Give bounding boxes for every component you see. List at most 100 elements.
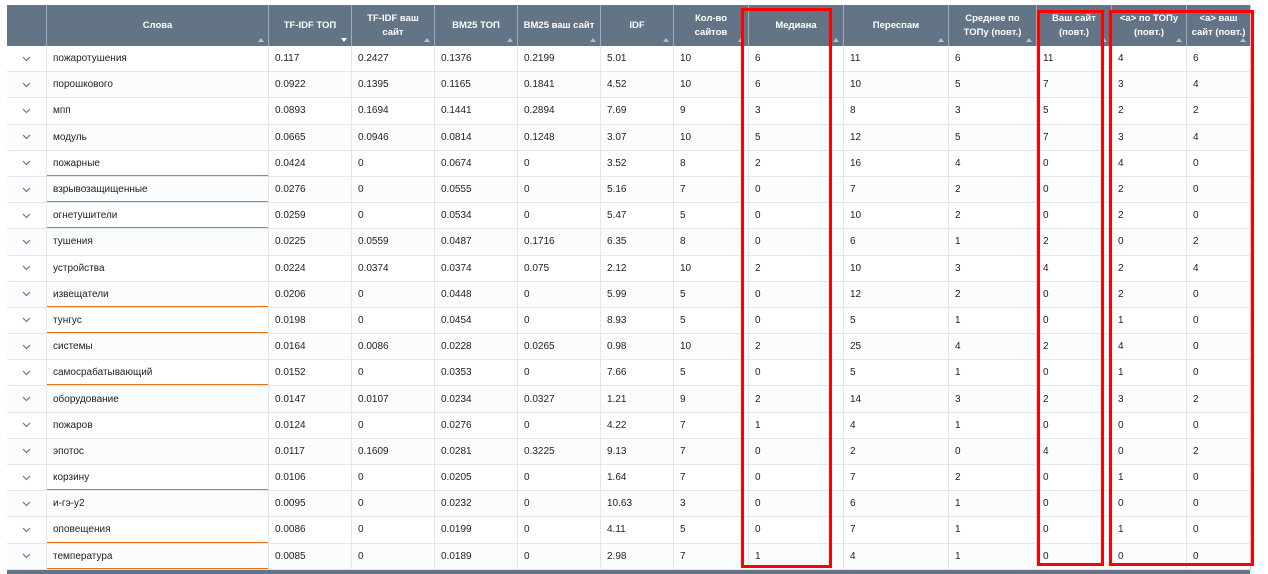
column-header-a-site[interactable]: <a> ваш сайт (повт.): [1187, 5, 1250, 46]
table-row[interactable]: пожаров 0.0124 0 0.0276 0 4.22 7 1 4 1 0 0 0: [7, 412, 1250, 439]
table-row[interactable]: взрывозащищенные 0.0276 0 0.0555 0 5.16 7 0 7 2 0 2…: [7, 176, 1250, 204]
sort-icon[interactable]: [738, 38, 744, 42]
chevron-down-icon[interactable]: [7, 465, 47, 491]
table-row[interactable]: модуль 0.0665 0.0946 0.0814 0.1248 3.07 10 5 12 5…: [7, 124, 1250, 151]
table-row[interactable]: мпп 0.0893 0.1694 0.1441 0.2894 7.69 9 3 8 3 5 2 2: [7, 98, 1250, 125]
cell-tfidf-top: 0.0665: [269, 124, 352, 150]
column-header-idf[interactable]: IDF: [601, 5, 674, 46]
column-header-median[interactable]: Медиана: [749, 5, 844, 46]
table-row[interactable]: самосрабатывающий 0.0152 0 0.0353 0 7.66 5 0 5 1 0…: [7, 360, 1250, 387]
chevron-down-icon[interactable]: [7, 491, 47, 517]
cell-a-top: 2: [1112, 281, 1187, 307]
table-row[interactable]: корзину 0.0106 0 0.0205 0 1.64 7 0 7 2 0 1 0: [7, 465, 1250, 492]
cell-tfidf-site: 0.0086: [352, 334, 435, 360]
sort-icon[interactable]: [1240, 38, 1246, 42]
column-header-sites[interactable]: Кол-во сайтов: [674, 5, 749, 46]
chevron-down-icon[interactable]: [7, 307, 47, 334]
cell-a-site: 0: [1193, 341, 1199, 353]
chevron-down-icon[interactable]: [7, 386, 47, 412]
table-row[interactable]: порошкового 0.0922 0.1395 0.1165 0.1841 4.52 1…: [7, 72, 1250, 99]
cell-word: тушения: [47, 229, 269, 255]
cell-idf: 1.21: [601, 386, 674, 412]
cell-avg-top: 1: [949, 517, 1037, 543]
chevron-down-icon[interactable]: [7, 281, 47, 307]
column-header-tfidf-site[interactable]: TF-IDF ваш сайт: [352, 5, 435, 46]
cell-a-top: 4: [1112, 150, 1187, 176]
table-row[interactable]: и-гэ-у2 0.0095 0 0.0232 0 10.63 3 0 6 1 0 0 0: [7, 491, 1250, 518]
cell-sites: 9: [674, 98, 749, 124]
cell-median: 1: [749, 543, 844, 569]
column-header-a-top[interactable]: <a> по ТОПу (повт.): [1112, 5, 1187, 46]
column-header-label: IDF: [629, 19, 645, 31]
chevron-down-icon[interactable]: [7, 543, 47, 569]
table-row[interactable]: оповещения 0.0086 0 0.0199 0 4.11 5 0 7 1 0 1 0: [7, 517, 1250, 544]
column-header-overspam[interactable]: Переспам: [844, 5, 949, 46]
sort-icon[interactable]: [938, 38, 944, 42]
cell-tfidf-site: 0.1395: [352, 72, 435, 98]
chevron-down-icon[interactable]: [7, 124, 47, 150]
table-row[interactable]: извещатели 0.0206 0 0.0448 0 5.99 5 0 12 2 0 2 0: [7, 281, 1250, 308]
column-header-word[interactable]: Слова: [47, 5, 269, 46]
cell-median: 0: [749, 491, 844, 517]
cell-your-site: 0: [1037, 203, 1112, 229]
chevron-down-icon[interactable]: [7, 46, 47, 72]
column-header-your-site[interactable]: Ваш сайт (повт.): [1037, 5, 1112, 46]
sort-icon[interactable]: [590, 38, 596, 42]
cell-bm25-site: 0: [518, 307, 601, 334]
table-row[interactable]: тушения 0.0225 0.0559 0.0487 0.1716 6.35 8 0 6 1 2…: [7, 229, 1250, 256]
cell-a-site: 2: [1193, 393, 1199, 405]
chevron-down-icon[interactable]: [7, 255, 47, 281]
chevron-down-icon[interactable]: [7, 412, 47, 438]
cell-a-site: 2: [1193, 105, 1199, 117]
table-row[interactable]: пожаротушения 0.117 0.2427 0.1376 0.2199 5.01…: [7, 46, 1250, 73]
cell-a-top: 2: [1112, 176, 1187, 203]
sort-icon[interactable]: [424, 38, 430, 42]
sort-icon[interactable]: [833, 38, 839, 42]
column-header-avg-top[interactable]: Среднее по ТОПу (повт.): [949, 5, 1037, 46]
chevron-down-icon[interactable]: [7, 98, 47, 124]
cell-overspam: 16: [844, 150, 949, 176]
cell-tfidf-top: 0.0095: [269, 491, 352, 517]
chevron-down-icon[interactable]: [7, 72, 47, 98]
chevron-down-icon[interactable]: [7, 360, 47, 386]
cell-your-site: 7: [1037, 124, 1112, 150]
chevron-down-icon[interactable]: [7, 517, 47, 543]
cell-sites: 10: [674, 124, 749, 150]
sort-icon[interactable]: [258, 38, 264, 42]
column-header-label: <a> ваш сайт (повт.): [1191, 12, 1246, 38]
table-row[interactable]: температура 0.0085 0 0.0189 0 2.98 7 1 4 1 0 0 0: [7, 543, 1250, 570]
cell-a-top: 1: [1112, 307, 1187, 334]
cell-a-site: 0: [1193, 157, 1199, 169]
chevron-down-icon[interactable]: [7, 438, 47, 464]
sort-icon[interactable]: [1176, 38, 1182, 42]
table-row[interactable]: устройства 0.0224 0.0374 0.0374 0.075 2.12 10 2…: [7, 255, 1250, 282]
sort-icon[interactable]: [1026, 38, 1032, 42]
sort-icon[interactable]: [507, 38, 513, 42]
table-row[interactable]: системы 0.0164 0.0086 0.0228 0.0265 0.98 10 2 25…: [7, 334, 1250, 361]
chevron-down-icon[interactable]: [7, 150, 47, 176]
table-row[interactable]: пожарные 0.0424 0 0.0674 0 3.52 8 2 16 4 0 4 0: [7, 150, 1250, 177]
horizontal-scrollbar[interactable]: [7, 570, 1250, 574]
cell-a-top: 2: [1112, 98, 1187, 124]
cell-median: 0: [749, 229, 844, 255]
column-header-bm25-top[interactable]: BM25 ТОП: [435, 5, 518, 46]
cell-word: корзину: [47, 465, 269, 491]
chevron-down-icon[interactable]: [7, 334, 47, 360]
sort-icon[interactable]: [663, 38, 669, 42]
chevron-down-icon[interactable]: [7, 203, 47, 229]
cell-bm25-top: 0.0199: [435, 517, 518, 543]
table-row[interactable]: тунгус 0.0198 0 0.0454 0 8.93 5 0 5 1 0 1 0: [7, 307, 1250, 335]
table-row[interactable]: огнетушители 0.0259 0 0.0534 0 5.47 5 0 10 2 0 2 0: [7, 203, 1250, 230]
table-row[interactable]: оборудование 0.0147 0.0107 0.0234 0.0327 1.21…: [7, 386, 1250, 413]
cell-bm25-site: 0.3225: [518, 438, 601, 464]
column-header-bm25-site[interactable]: BM25 ваш сайт: [518, 5, 601, 46]
cell-a-site: 0: [1193, 524, 1199, 536]
sort-icon[interactable]: [341, 38, 347, 42]
column-header-tfidf-top[interactable]: TF-IDF ТОП: [269, 5, 352, 46]
chevron-down-icon[interactable]: [7, 229, 47, 255]
cell-your-site: 0: [1037, 543, 1112, 569]
table-row[interactable]: эпотос 0.0117 0.1609 0.0281 0.3225 9.13 7 0 2 0 4 0…: [7, 438, 1250, 465]
cell-avg-top: 5: [949, 72, 1037, 98]
chevron-down-icon[interactable]: [7, 176, 47, 203]
sort-icon[interactable]: [1101, 38, 1107, 42]
